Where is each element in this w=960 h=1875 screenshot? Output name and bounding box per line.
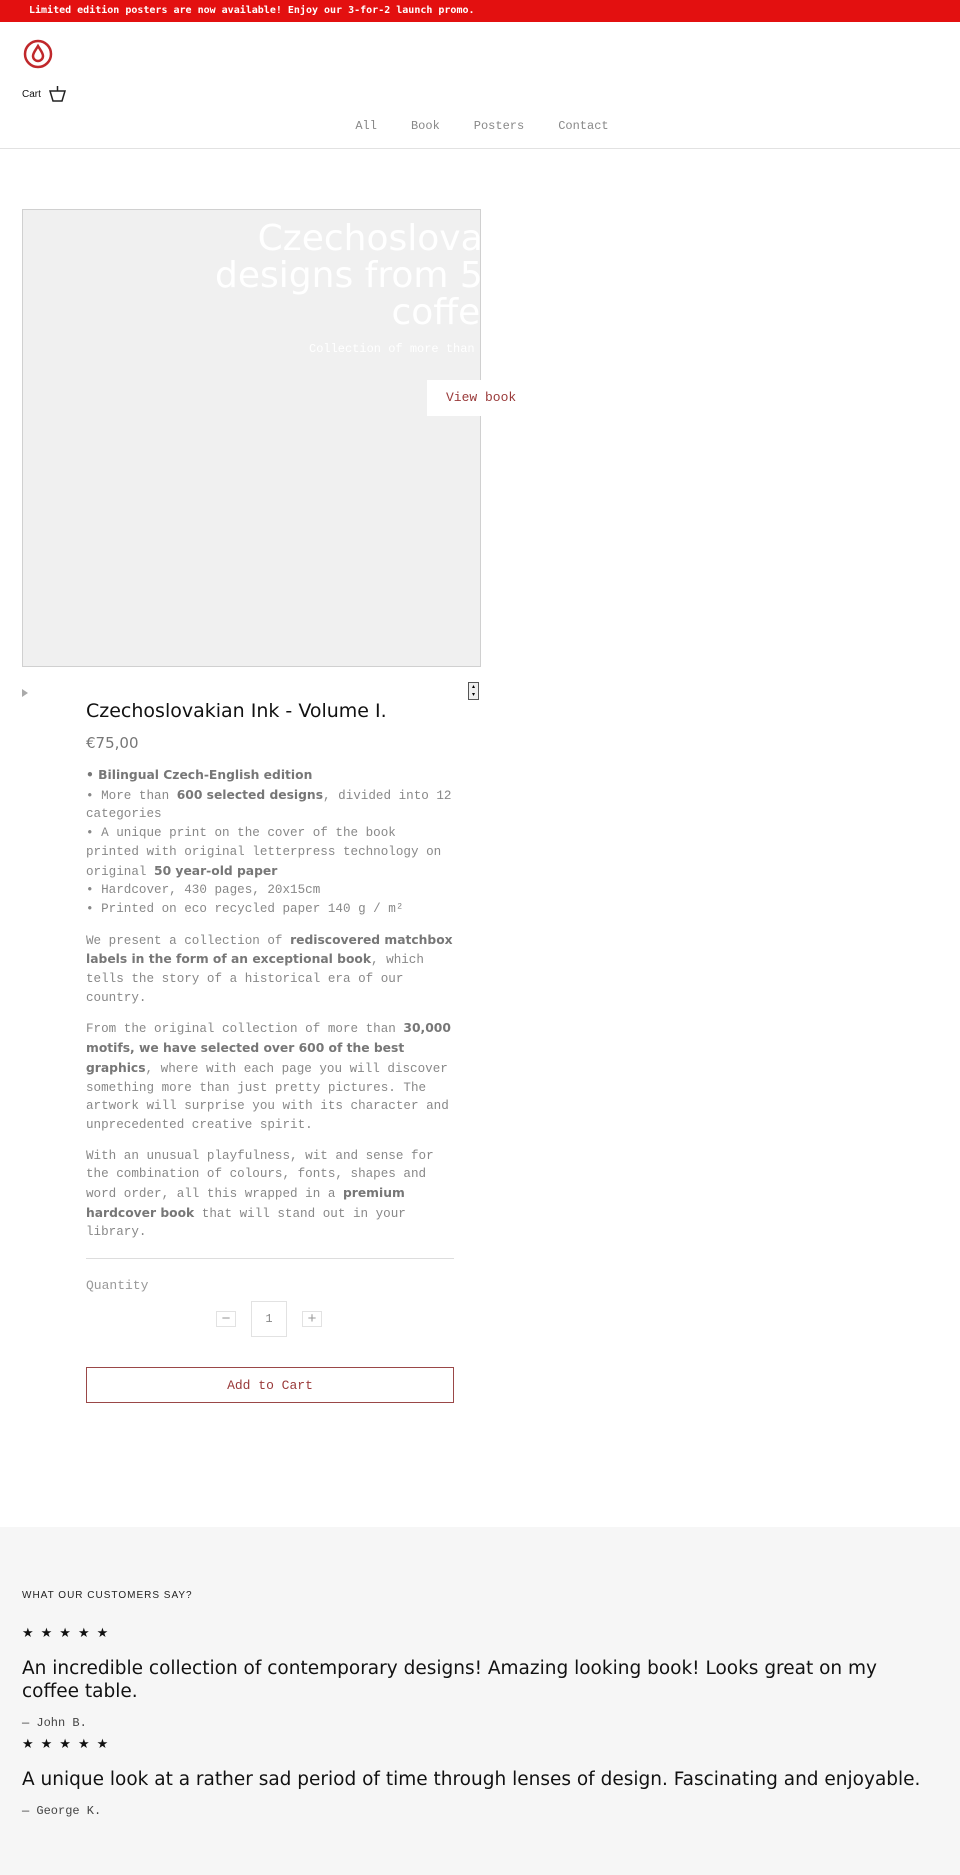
quantity-input[interactable]: [251, 1301, 287, 1338]
nav-contact[interactable]: Contact: [558, 119, 608, 133]
view-book-button[interactable]: View book: [427, 380, 517, 416]
divider: [86, 1258, 454, 1260]
hero-title-line: designs from 50s t: [215, 255, 481, 296]
nav-all[interactable]: All: [355, 119, 377, 133]
hero-title-line: Czechoslovak m: [257, 218, 481, 259]
basket-icon: [48, 86, 66, 102]
review-author: — George K.: [22, 1804, 102, 1818]
hero-title: Czechoslovak m designs from 50s t coffee…: [30, 218, 481, 333]
quantity-stepper: − +: [86, 1301, 454, 1338]
nav-posters[interactable]: Posters: [474, 119, 524, 133]
increase-quantity-button[interactable]: +: [302, 1311, 322, 1328]
ink-drop-icon[interactable]: [23, 39, 53, 69]
description-paragraph: We present a collection of rediscovered …: [86, 931, 454, 1008]
add-to-cart-button[interactable]: Add to Cart: [86, 1367, 454, 1404]
description-text: • Hardcover, 430 pages, 20x15cm: [86, 883, 321, 898]
reviews-heading: WHAT OUR CUSTOMERS SAY?: [22, 1590, 193, 1601]
description-text: From the original collection of more tha…: [86, 1022, 404, 1037]
review: ★★★★★ An incredible collection of contem…: [22, 1625, 938, 1731]
review: ★★★★★ A unique look at a rather sad peri…: [22, 1736, 938, 1819]
review-quote: A unique look at a rather sad period of …: [22, 1769, 921, 1790]
description-paragraph: From the original collection of more tha…: [86, 1019, 454, 1134]
product-title: Czechoslovakian Ink - Volume I.: [86, 700, 387, 722]
hero-banner: Czechoslovak m designs from 50s t coffee…: [22, 209, 481, 667]
hero-title-line: coffee ta: [391, 292, 481, 333]
star-rating: ★★★★★: [22, 1736, 116, 1751]
review-quote: An incredible collection of contemporary…: [22, 1658, 878, 1702]
description-highlight: 50 year-old paper: [154, 863, 278, 878]
cart-link[interactable]: Cart: [22, 86, 66, 102]
spinner-arrows-icon[interactable]: ▴ ▾: [468, 682, 479, 700]
description-text: We present a collection of: [86, 933, 291, 948]
description-paragraph: • Bilingual Czech-English edition • More …: [86, 766, 454, 919]
play-icon[interactable]: [22, 689, 28, 697]
description-text: • Printed on eco recycled paper 140 g / …: [86, 901, 404, 916]
review-author: — John B.: [22, 1716, 87, 1730]
description-highlight: • Bilingual Czech-English edition: [86, 768, 313, 782]
reviews-section: WHAT OUR CUSTOMERS SAY? ★★★★★ An incredi…: [0, 1527, 960, 1875]
announcement-banner: Limited edition posters are now availabl…: [0, 0, 960, 22]
quantity-label: Quantity: [86, 1278, 149, 1294]
cart-label: Cart: [22, 88, 41, 100]
decrease-quantity-button[interactable]: −: [216, 1311, 236, 1328]
product-details: Czechoslovakian Ink - Volume I. €75,00 •…: [86, 700, 454, 1404]
main-nav: All Book Posters Contact: [0, 104, 960, 149]
nav-book[interactable]: Book: [411, 119, 440, 133]
description-paragraph: With an unusual playfulness, wit and sen…: [86, 1147, 454, 1243]
description-highlight: 600 selected designs: [176, 787, 324, 802]
hero-subtitle: Collection of more than: [309, 342, 475, 356]
description-text: • More than: [86, 788, 177, 803]
product-price: €75,00: [86, 734, 139, 752]
product-description: • Bilingual Czech-English edition • More …: [86, 766, 454, 1242]
star-rating: ★★★★★: [22, 1625, 116, 1640]
